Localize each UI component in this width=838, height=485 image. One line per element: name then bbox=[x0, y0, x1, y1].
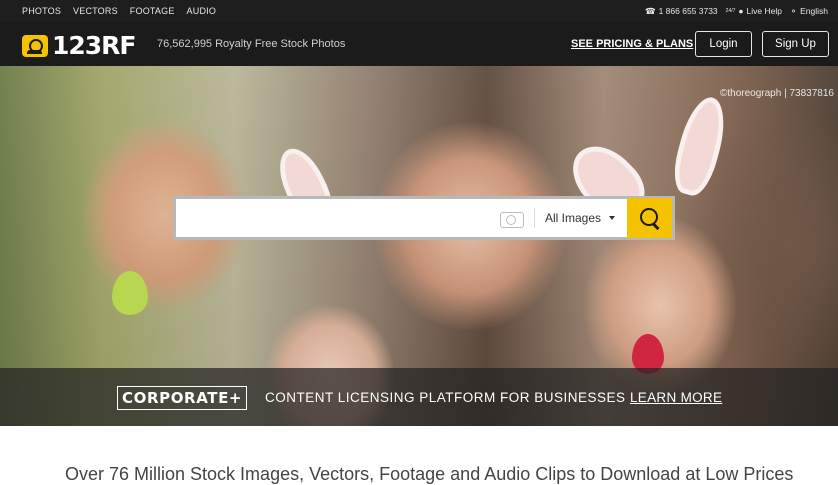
logo-text: 123RF bbox=[52, 31, 137, 60]
phone-link[interactable]: ☎ 1 866 655 3733 bbox=[645, 6, 718, 17]
chat-icon: ● bbox=[738, 6, 744, 16]
main-header: 123RF 76,562,995 Royalty Free Stock Phot… bbox=[0, 22, 838, 66]
language-label: English bbox=[800, 6, 828, 16]
top-nav: PHOTOS VECTORS FOOTAGE AUDIO bbox=[22, 6, 216, 16]
pricing-link[interactable]: SEE PRICING & PLANS bbox=[571, 38, 693, 50]
camera-icon[interactable] bbox=[499, 209, 524, 228]
top-bar: PHOTOS VECTORS FOOTAGE AUDIO ☎ 1 866 655… bbox=[0, 0, 838, 22]
live-badge: 24/7 bbox=[725, 8, 736, 14]
below-fold: Over 76 Million Stock Images, Vectors, F… bbox=[0, 426, 838, 484]
intro-heading: Over 76 Million Stock Images, Vectors, F… bbox=[65, 464, 794, 484]
phone-icon: ☎ bbox=[644, 5, 656, 16]
corporate-banner: CORPORATE+ CONTENT LICENSING PLATFORM FO… bbox=[0, 368, 838, 426]
easter-egg-shape bbox=[112, 271, 148, 315]
signup-button[interactable]: Sign Up bbox=[762, 31, 829, 57]
logo-camera-icon bbox=[22, 34, 48, 57]
top-right-links: ☎ 1 866 655 3733 24/7 ● Live Help ⚬ Engl… bbox=[645, 6, 838, 17]
nav-audio[interactable]: AUDIO bbox=[187, 6, 217, 16]
search-icon bbox=[639, 207, 661, 229]
search-button[interactable] bbox=[627, 198, 672, 238]
login-button[interactable]: Login bbox=[695, 31, 752, 57]
learn-more-link[interactable]: LEARN MORE bbox=[630, 390, 722, 405]
banner-text: CONTENT LICENSING PLATFORM FOR BUSINESSE… bbox=[265, 390, 626, 405]
live-help-label: Live Help bbox=[746, 6, 782, 16]
tagline: 76,562,995 Royalty Free Stock Photos bbox=[157, 38, 346, 50]
hero-section: ©thoreograph | 73837816 All Images CORPO… bbox=[0, 66, 838, 426]
category-label: All Images bbox=[544, 211, 601, 225]
corporate-badge: CORPORATE+ bbox=[117, 386, 248, 410]
search-input[interactable] bbox=[176, 199, 500, 237]
phone-number: 1 866 655 3733 bbox=[658, 6, 718, 16]
photo-credit: ©thoreograph | 73837816 bbox=[720, 88, 834, 99]
category-dropdown[interactable]: All Images bbox=[535, 199, 627, 237]
site-logo[interactable]: 123RF bbox=[22, 31, 137, 60]
search-bar: All Images bbox=[173, 196, 675, 240]
caret-down-icon bbox=[609, 216, 615, 220]
nav-photos[interactable]: PHOTOS bbox=[22, 6, 61, 16]
globe-icon: ⚬ bbox=[789, 5, 798, 16]
live-help-link[interactable]: 24/7 ● Live Help bbox=[726, 6, 782, 16]
nav-footage[interactable]: FOOTAGE bbox=[130, 6, 175, 16]
language-selector[interactable]: ⚬ English bbox=[790, 6, 828, 17]
nav-vectors[interactable]: VECTORS bbox=[73, 6, 118, 16]
